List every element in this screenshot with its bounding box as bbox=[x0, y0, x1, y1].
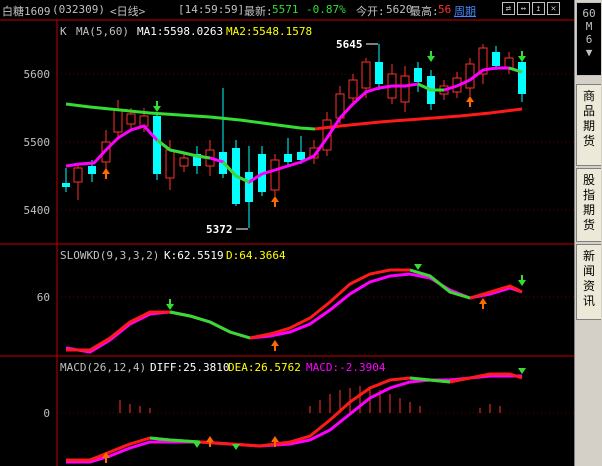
kd-k-line-down-1 bbox=[169, 310, 251, 340]
kd-k-value: K:62.5519 bbox=[164, 249, 224, 262]
chart-frame bbox=[0, 19, 574, 466]
macd-dea-line bbox=[66, 374, 522, 464]
legend-k: K bbox=[60, 25, 67, 38]
macd-title: MACD(26,12,4) bbox=[60, 361, 146, 374]
kline-chart-area[interactable]: 5600 5500 5400 60 0 K MA(5,60) MA1:5598.… bbox=[0, 0, 574, 466]
buy-arrow bbox=[466, 96, 474, 107]
annotation-high: 5645 bbox=[336, 38, 363, 51]
macd-histogram bbox=[119, 386, 501, 413]
macd-dea-value: DEA:26.5762 bbox=[228, 361, 301, 374]
legend-ma1: MA1:5598.0263 bbox=[137, 25, 223, 38]
axis-label-5400: 5400 bbox=[24, 204, 51, 217]
tab-index-futures[interactable]: 股指期货 bbox=[576, 168, 601, 242]
kd-sell-arrow bbox=[518, 275, 526, 286]
axis-label-5500: 5500 bbox=[24, 136, 51, 149]
macd-sell-arrow bbox=[193, 442, 201, 448]
macd-diff-value: DIFF:25.3810 bbox=[150, 361, 229, 374]
kd-k-line bbox=[66, 268, 523, 352]
sell-arrow bbox=[153, 101, 161, 112]
sell-arrow bbox=[427, 51, 435, 62]
sell-arrow bbox=[518, 51, 526, 62]
candlestick-series bbox=[62, 44, 526, 228]
tab-news[interactable]: 新闻资讯 bbox=[576, 244, 601, 320]
axis-label-kd-60: 60 bbox=[37, 291, 50, 304]
legend-ma: MA(5,60) bbox=[76, 25, 129, 38]
ma2-line-green bbox=[65, 102, 316, 131]
macd-buy-arrow bbox=[206, 436, 214, 447]
axis-label-macd-0: 0 bbox=[43, 407, 50, 420]
tab-commodity-futures[interactable]: 商品期货 bbox=[576, 84, 601, 166]
kd-k-line-down-2 bbox=[409, 268, 471, 300]
kd-d-value: D:64.3664 bbox=[226, 249, 286, 262]
kd-title: SLOWKD(9,3,3,2) bbox=[60, 249, 159, 262]
kd-buy-arrow bbox=[479, 298, 487, 309]
right-sidebar: 60 M 6 ▼ 商品期货 股指期货 新闻资讯 bbox=[574, 0, 602, 466]
kd-sell-arrow bbox=[414, 264, 422, 270]
kd-buy-arrow bbox=[271, 340, 279, 351]
annotation-low: 5372 bbox=[206, 223, 233, 236]
legend-ma2: MA2:5548.1578 bbox=[226, 25, 312, 38]
tab-period-selector[interactable]: 60 M 6 ▼ bbox=[576, 2, 601, 76]
buy-arrow bbox=[271, 196, 279, 207]
kd-d-line bbox=[65, 272, 523, 354]
macd-sell-arrow bbox=[518, 368, 526, 374]
kd-sell-arrow bbox=[166, 299, 174, 310]
buy-arrow bbox=[102, 168, 110, 179]
axis-label-5600: 5600 bbox=[24, 68, 51, 81]
macd-sell-arrow bbox=[232, 444, 240, 450]
macd-macd-value: MACD:-2.3904 bbox=[306, 361, 386, 374]
